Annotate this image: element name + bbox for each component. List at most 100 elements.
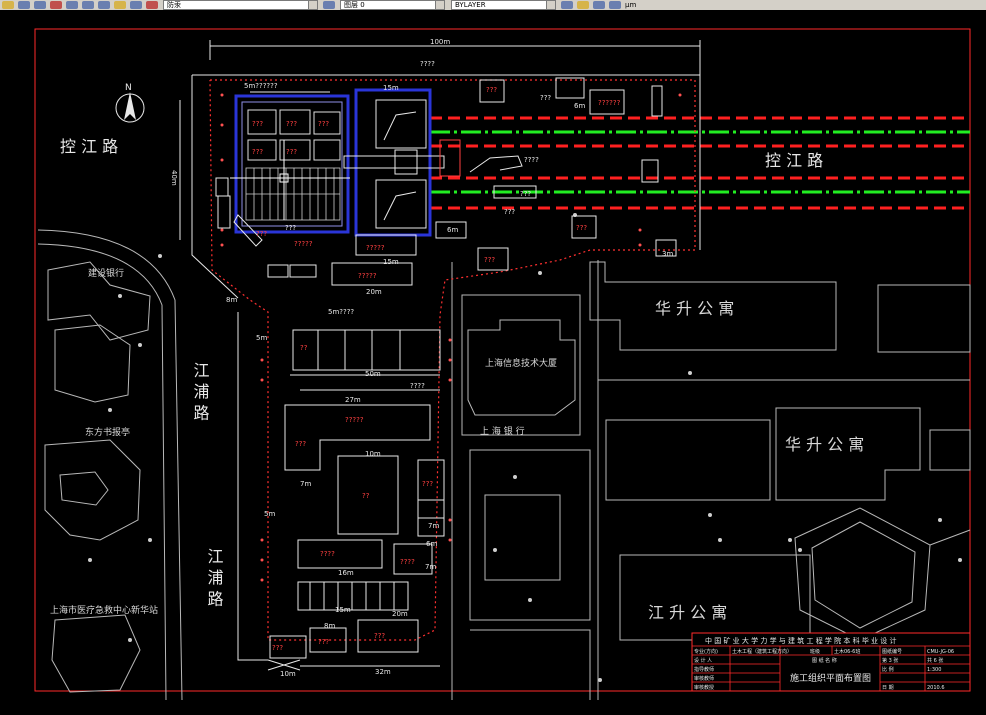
ortho-icon[interactable] — [609, 1, 621, 9]
unit-label: µm — [625, 1, 637, 9]
dim-8m-b: 8m — [324, 622, 335, 630]
plot-style-icon[interactable] — [561, 1, 573, 9]
label-q22: ??? — [256, 230, 267, 238]
label-q30: ??? — [285, 224, 296, 232]
dim-15m-c: 15m — [335, 606, 351, 614]
dim-40m: 40m — [170, 170, 178, 186]
label-jiangsheng: 江 升 公 寓 — [648, 603, 727, 622]
label-q25: ??? — [504, 208, 515, 216]
road-label-kongjiang-right: 控 江 路 — [765, 151, 823, 170]
tb-r5c5: 日 期 — [882, 685, 894, 691]
label-q26: ???? — [524, 156, 539, 164]
label-medical: 上海市医疗急救中心新华站 — [50, 604, 158, 616]
label-sh-bank: 上 海 银 行 — [480, 425, 525, 437]
dim-5m-q: 5m???? — [328, 308, 354, 316]
label-q5: ??? — [286, 148, 297, 156]
dim-5m-side: 5m — [256, 334, 267, 342]
dim-20m-a: 20m — [366, 288, 382, 296]
snap-icon[interactable] — [577, 1, 589, 9]
dim-10m-b: 10m — [280, 670, 296, 678]
design-center-icon[interactable] — [130, 1, 142, 9]
tb-r3c6: 1:300 — [927, 667, 941, 673]
tb-r1c4: 土木06-6班 — [834, 648, 860, 655]
label-q6: ?????? — [598, 99, 621, 107]
layer-manager-icon[interactable] — [323, 1, 335, 9]
dim-10m: 10m — [365, 450, 381, 458]
dim-5m-top: 5m?????? — [244, 82, 278, 90]
label-q4: ??? — [252, 148, 263, 156]
save-icon[interactable] — [18, 1, 30, 9]
dim-50m: 50m — [365, 370, 381, 378]
grid-icon[interactable] — [593, 1, 605, 9]
dim-6m-c: 6m — [426, 540, 437, 548]
dim-32m: 32m — [375, 668, 391, 676]
dim-27m: 27m — [345, 396, 361, 404]
tb-r2c5: 第 3 张 — [882, 657, 898, 664]
label-q12: ??? — [576, 224, 587, 232]
tb-drawing-name: 施工组织平面布置图 — [790, 672, 871, 684]
label-ccb: 建设银行 — [88, 267, 124, 279]
tb-r5c6: 2010.6 — [927, 685, 945, 691]
label-q8: ????? — [358, 272, 377, 280]
zoom-previous-icon[interactable] — [98, 1, 110, 9]
zoom-window-icon[interactable] — [82, 1, 94, 9]
label-q1: ??? — [252, 120, 263, 128]
label-q20: ??? — [422, 480, 433, 488]
dim-15m-b: 15m — [383, 258, 399, 266]
label-info-building: 上海信息技术大厦 — [485, 357, 557, 369]
pan-icon[interactable] — [50, 1, 62, 9]
label-q11: ??? — [484, 256, 495, 264]
road-label-jiangpu-mid: 江 浦 路 — [191, 362, 210, 420]
dim-7m-a: 7m — [300, 480, 311, 488]
tb-r2c3: 图 纸 名 称 — [812, 657, 837, 664]
print-icon[interactable] — [34, 1, 46, 9]
tb-r5c1: 审核教授 — [694, 684, 714, 691]
lineweight-combo[interactable]: BYLAYER — [451, 0, 556, 10]
layer-combo[interactable]: 防汞 — [163, 0, 318, 10]
label-q21: ???? — [400, 558, 415, 566]
tb-r2c6: 共 6 张 — [927, 657, 943, 664]
dim-15m-a: 15m — [383, 84, 399, 92]
dim-6m-b: 6m — [574, 102, 585, 110]
dim-3m: 3m — [662, 250, 673, 258]
tb-r3c1: 指导教师 — [694, 666, 714, 673]
label-q3: ??? — [318, 120, 329, 128]
road-label-kongjiang-left: 控 江 路 — [60, 137, 118, 156]
tb-r3c5: 比 例 — [882, 666, 894, 673]
label-q9: ????? — [294, 240, 313, 248]
label-q10: ??? — [486, 86, 497, 94]
north-label: N — [125, 83, 132, 93]
label-q23: ?? — [300, 344, 308, 352]
dim-6m-a: 6m — [447, 226, 458, 234]
dim-20m-b: 20m — [392, 610, 408, 618]
tb-r2c1: 设 计 人 — [694, 657, 712, 664]
tb-r1c2: 土木工程（建筑工程方向） — [732, 648, 792, 655]
open-icon[interactable] — [2, 1, 14, 9]
dim-7m-c: 7m — [428, 522, 439, 530]
dim-7m-b: 7m — [425, 563, 436, 571]
label-q29: ???? — [410, 382, 425, 390]
label-q14: ??? — [295, 440, 306, 448]
linetype-combo[interactable]: 图层 0 — [340, 0, 445, 10]
tool-palette-icon[interactable] — [146, 1, 158, 9]
label-q16: ???? — [320, 550, 335, 558]
label-huasheng-top: 华 升 公 寓 — [655, 299, 734, 318]
zoom-realtime-icon[interactable] — [66, 1, 78, 9]
dim-8m-a: 8m — [226, 296, 237, 304]
label-huasheng-right: 华 升 公 寓 — [785, 435, 864, 454]
tb-r4c1: 审核教师 — [694, 675, 714, 682]
drawing-canvas[interactable]: N 控 江 路 控 江 路 江 浦 路 江 浦 路 华 升 公 寓 华 升 公 … — [0, 10, 986, 715]
label-q7: ????? — [366, 244, 385, 252]
title-block-title: 中 国 矿 业 大 学 力 学 与 建 筑 工 程 学 院 本 科 毕 业 设 … — [705, 636, 897, 645]
tb-r1c5: 图纸编号 — [882, 648, 902, 655]
label-q2: ??? — [286, 120, 297, 128]
label-q27: ??? — [520, 190, 531, 198]
properties-icon[interactable] — [114, 1, 126, 9]
tb-r1c3: 班级 — [810, 648, 820, 655]
dim-100m: 100m — [430, 38, 450, 46]
title-block: 中 国 矿 业 大 学 力 学 与 建 筑 工 程 学 院 本 科 毕 业 设 … — [691, 632, 971, 692]
label-q13: ????? — [345, 416, 364, 424]
tb-r1c6: CMU-JG-06 — [927, 649, 954, 655]
label-q19: ??? — [374, 632, 385, 640]
label-df-news: 东方书报亭 — [85, 426, 130, 438]
